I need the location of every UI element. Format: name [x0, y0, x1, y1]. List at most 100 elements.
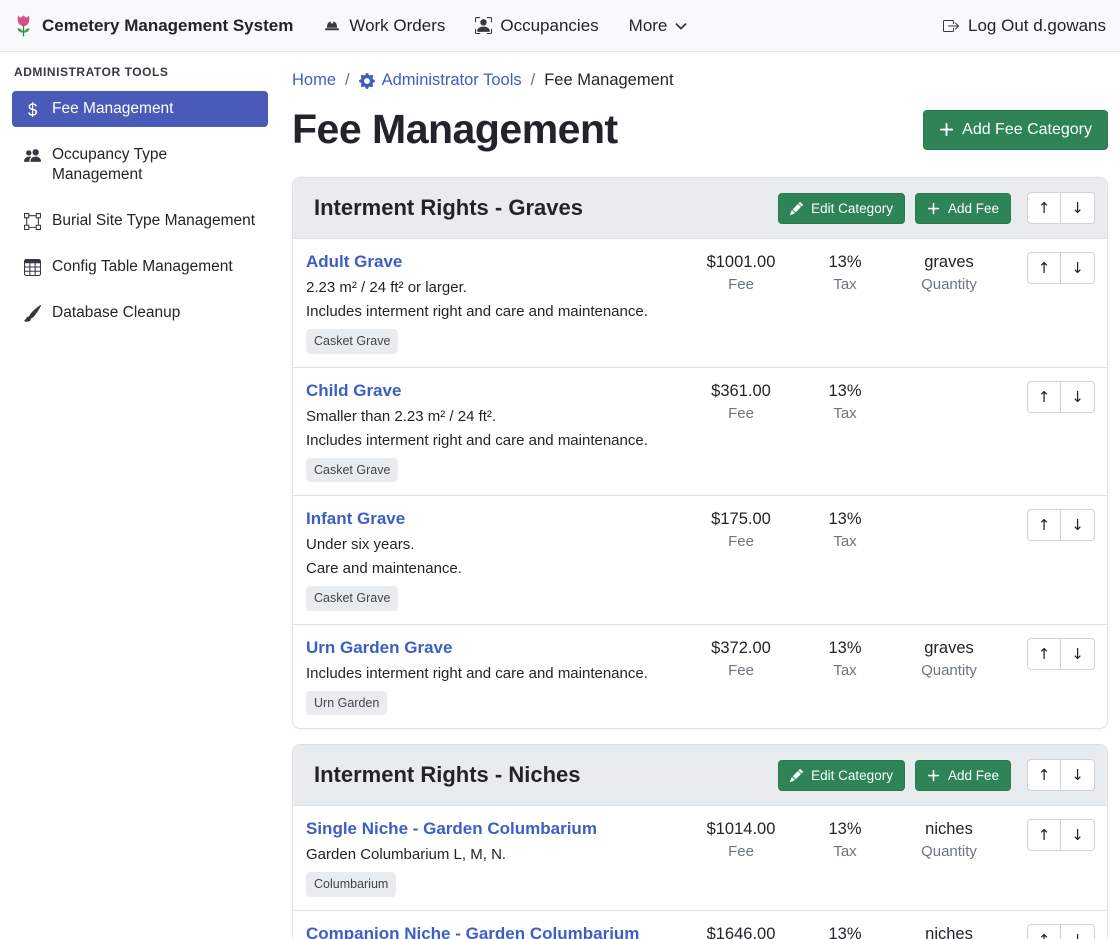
tax-value: 13% [797, 820, 893, 839]
move-fee-up-button[interactable]: ↑ [1027, 509, 1061, 541]
add-fee-button[interactable]: Add Fee [915, 193, 1011, 224]
arrow-down-icon: ↓ [1071, 826, 1084, 844]
move-fee-down-button[interactable]: ↓ [1061, 509, 1095, 541]
fee-name-link[interactable]: Adult Grave [306, 252, 402, 272]
pencil-icon [790, 202, 803, 215]
fee-type-badge: Casket Grave [306, 329, 398, 354]
move-fee-down-button[interactable]: ↓ [1061, 819, 1095, 851]
tax-value: 13% [797, 510, 893, 529]
fee-name-link[interactable]: Urn Garden Grave [306, 638, 452, 658]
quantity-column: niches Quantity [893, 820, 1005, 860]
move-fee-down-button[interactable]: ↓ [1061, 381, 1095, 413]
tax-label: Tax [797, 405, 893, 422]
fee-amount-column: $1014.00 Fee [685, 820, 797, 860]
fee-type-badge: Casket Grave [306, 458, 398, 483]
arrow-up-icon: ↑ [1038, 931, 1051, 939]
arrow-up-icon: ↑ [1038, 199, 1051, 217]
sidebar-item-config-table-management[interactable]: Config Table Management [12, 249, 268, 285]
fee-reorder-controls: ↑ ↓ [1027, 638, 1095, 670]
plus-icon [927, 202, 940, 215]
fee-amount-label: Fee [685, 533, 797, 550]
fee-category-card-graves: Interment Rights - Graves Edit Category … [292, 177, 1108, 729]
edit-category-button[interactable]: Edit Category [778, 193, 905, 224]
arrow-up-icon: ↑ [1038, 826, 1051, 844]
fee-row-companion-niche: Companion Niche - Garden Columbarium Gar… [293, 911, 1107, 939]
logout-label: Log Out d.gowans [968, 16, 1106, 36]
category-title: Interment Rights - Niches [314, 762, 768, 788]
arrow-down-icon: ↓ [1071, 516, 1084, 534]
app-title: Cemetery Management System [42, 16, 293, 36]
add-fee-category-button[interactable]: Add Fee Category [923, 110, 1108, 150]
tax-column: 13% Tax [797, 253, 893, 293]
sidebar-item-database-cleanup[interactable]: Database Cleanup [12, 295, 268, 331]
nav-item-occupancies[interactable]: Occupancies [475, 16, 598, 36]
fee-name-link[interactable]: Companion Niche - Garden Columbarium [306, 924, 639, 939]
sidebar-item-label: Database Cleanup [52, 303, 180, 323]
breadcrumb-section-label: Administrator Tools [382, 71, 522, 90]
category-reorder-controls: ↑ ↓ [1027, 192, 1095, 224]
fee-type-badge: Urn Garden [306, 691, 387, 716]
sidebar-item-fee-management[interactable]: Fee Management [12, 91, 268, 127]
quantity-value: niches [893, 925, 1005, 939]
tax-label: Tax [797, 843, 893, 860]
brush-icon [24, 305, 41, 322]
arrow-down-icon: ↓ [1071, 766, 1084, 784]
fee-name-link[interactable]: Child Grave [306, 381, 401, 401]
fee-details: Child Grave Smaller than 2.23 m² / 24 ft… [306, 381, 685, 483]
fee-amount: $1646.00 [685, 925, 797, 939]
logout-icon [942, 18, 960, 34]
fee-description: Includes interment right and care and ma… [306, 430, 675, 451]
nav-item-more[interactable]: More [629, 16, 688, 36]
fee-details: Single Niche - Garden Columbarium Garden… [306, 819, 685, 897]
fee-name-link[interactable]: Infant Grave [306, 509, 405, 529]
fee-amount-label: Fee [685, 843, 797, 860]
move-fee-up-button[interactable]: ↑ [1027, 381, 1061, 413]
breadcrumb-separator: / [345, 71, 350, 90]
fee-amount: $1014.00 [685, 820, 797, 839]
move-category-up-button[interactable]: ↑ [1027, 192, 1061, 224]
breadcrumb-admin-tools-link[interactable]: Administrator Tools [359, 71, 522, 90]
nav-item-work-orders[interactable]: Work Orders [323, 16, 445, 36]
move-fee-up-button[interactable]: ↑ [1027, 252, 1061, 284]
edit-category-button[interactable]: Edit Category [778, 760, 905, 791]
breadcrumb-separator: / [531, 71, 536, 90]
move-category-down-button[interactable]: ↓ [1061, 192, 1095, 224]
sidebar-item-occupancy-type-management[interactable]: Occupancy Type Management [12, 137, 268, 193]
fee-amount: $361.00 [685, 382, 797, 401]
sidebar-heading: ADMINISTRATOR TOOLS [14, 65, 268, 79]
move-fee-up-button[interactable]: ↑ [1027, 638, 1061, 670]
move-fee-down-button[interactable]: ↓ [1061, 638, 1095, 670]
fee-row-child-grave: Child Grave Smaller than 2.23 m² / 24 ft… [293, 368, 1107, 497]
arrow-up-icon: ↑ [1038, 645, 1051, 663]
fee-name-link[interactable]: Single Niche - Garden Columbarium [306, 819, 597, 839]
move-fee-down-button[interactable]: ↓ [1061, 252, 1095, 284]
fee-row-infant-grave: Infant Grave Under six years. Care and m… [293, 496, 1107, 625]
quantity-label: Quantity [893, 662, 1005, 679]
fee-amount-label: Fee [685, 276, 797, 293]
move-fee-down-button[interactable]: ↓ [1061, 924, 1095, 939]
fee-description: Garden Columbarium L, M, N. [306, 844, 675, 865]
fee-type-badge: Columbarium [306, 872, 396, 897]
fee-details: Urn Garden Grave Includes interment righ… [306, 638, 685, 716]
move-fee-up-button[interactable]: ↑ [1027, 819, 1061, 851]
admin-tools-sidebar: ADMINISTRATOR TOOLS Fee Management Occup… [0, 52, 280, 354]
breadcrumb-home-link[interactable]: Home [292, 71, 336, 90]
add-fee-button[interactable]: Add Fee [915, 760, 1011, 791]
arrow-down-icon: ↓ [1071, 388, 1084, 406]
tax-label: Tax [797, 276, 893, 293]
add-fee-label: Add Fee [948, 201, 999, 216]
quantity-label: Quantity [893, 276, 1005, 293]
fee-amount-label: Fee [685, 662, 797, 679]
app-brand[interactable]: Cemetery Management System [14, 14, 293, 38]
move-fee-up-button[interactable]: ↑ [1027, 924, 1061, 939]
arrow-up-icon: ↑ [1038, 388, 1051, 406]
fee-amount: $175.00 [685, 510, 797, 529]
move-category-down-button[interactable]: ↓ [1061, 759, 1095, 791]
logout-link[interactable]: Log Out d.gowans [942, 16, 1106, 36]
quantity-label: Quantity [893, 843, 1005, 860]
arrow-up-icon: ↑ [1038, 516, 1051, 534]
sidebar-item-burial-site-type-management[interactable]: Burial Site Type Management [12, 203, 268, 239]
quantity-column: graves Quantity [893, 253, 1005, 293]
breadcrumb-home-label: Home [292, 71, 336, 90]
move-category-up-button[interactable]: ↑ [1027, 759, 1061, 791]
